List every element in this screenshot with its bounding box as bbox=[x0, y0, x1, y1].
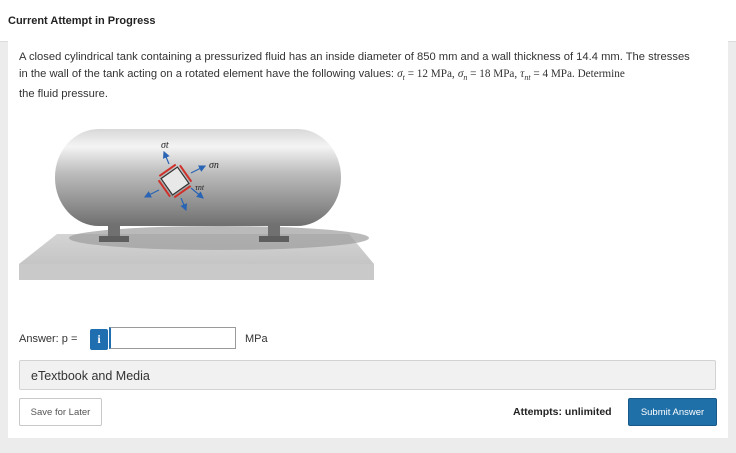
etextbook-media-panel[interactable]: eTextbook and Media bbox=[19, 360, 716, 390]
question-line-3: the fluid pressure. bbox=[19, 88, 108, 101]
page-title: Current Attempt in Progress bbox=[8, 15, 156, 27]
question-text: A closed cylindrical tank containing a p… bbox=[19, 49, 719, 103]
sigma-n-value: = 18 MPa, bbox=[467, 67, 518, 80]
info-icon[interactable]: i bbox=[90, 329, 108, 350]
save-for-later-button[interactable]: Save for Later bbox=[19, 398, 102, 426]
answer-label: Answer: p = bbox=[19, 333, 78, 345]
question-line-2-text: in the wall of the tank acting on a rota… bbox=[19, 67, 398, 80]
submit-answer-button[interactable]: Submit Answer bbox=[628, 398, 717, 426]
tank-figure: σt σn τnt bbox=[19, 129, 374, 280]
question-line-2: in the wall of the tank acting on a rota… bbox=[19, 66, 719, 87]
question-line-1: A closed cylindrical tank containing a p… bbox=[19, 51, 690, 63]
support-left-foot bbox=[99, 236, 129, 242]
figure-label-sigma-t: σt bbox=[161, 140, 169, 151]
figure-label-tau-nt: τnt bbox=[195, 183, 205, 192]
tau-nt-value: = 4 MPa. Determine bbox=[530, 67, 625, 80]
answer-units: MPa bbox=[245, 333, 268, 345]
answer-input[interactable] bbox=[109, 327, 236, 349]
figure-label-sigma-n: σn bbox=[209, 160, 219, 171]
page-header: Current Attempt in Progress bbox=[0, 0, 736, 42]
base-plate-front bbox=[19, 264, 374, 280]
sigma-t-value: = 12 MPa, bbox=[404, 67, 455, 80]
tank-body bbox=[55, 129, 341, 226]
etextbook-media-label: eTextbook and Media bbox=[31, 369, 150, 383]
support-right-foot bbox=[259, 236, 289, 242]
attempts-label: Attempts: unlimited bbox=[513, 406, 612, 418]
